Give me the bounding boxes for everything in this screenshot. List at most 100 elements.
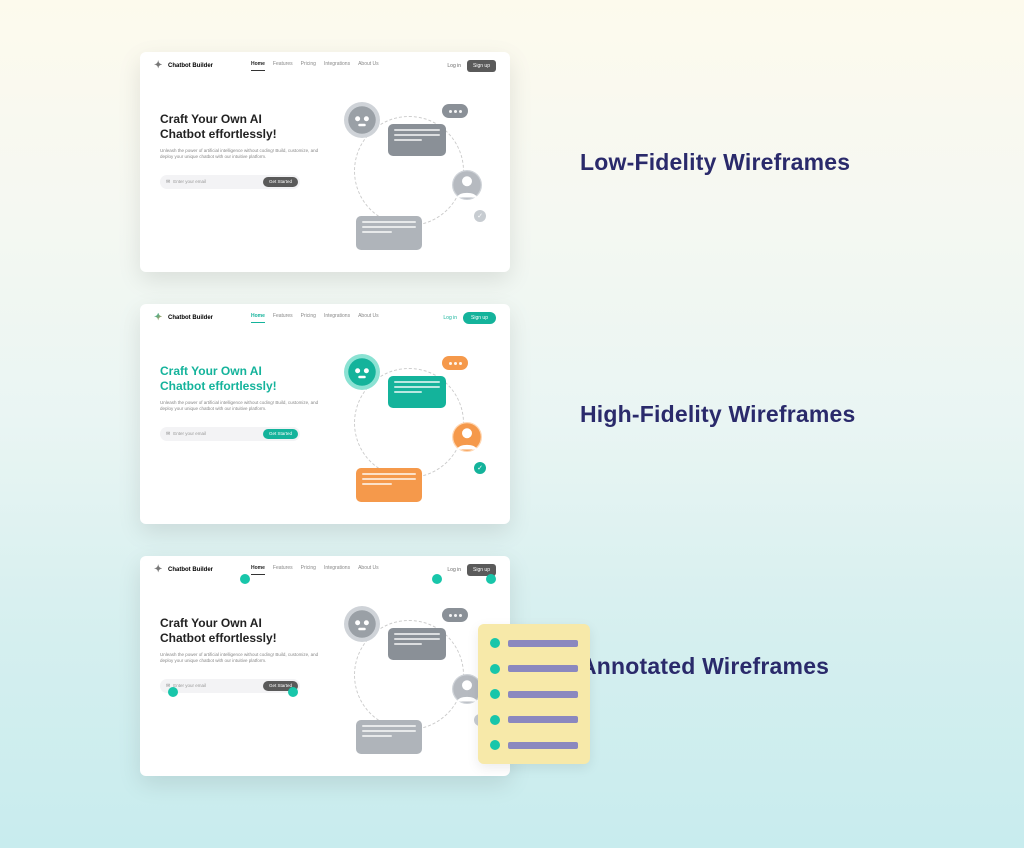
logo: Chatbot Builder — [154, 565, 213, 575]
chat-bubble — [388, 376, 446, 408]
hero-title: Craft Your Own AI Chatbot effortlessly! — [160, 112, 325, 142]
login-link[interactable]: Log in — [447, 63, 461, 69]
annotation-note-row — [490, 638, 578, 648]
nav-links: Home Features Pricing Integrations About… — [251, 313, 379, 323]
hero-title: Craft Your Own AI Chatbot effortlessly! — [160, 364, 325, 394]
illustration: ✓ — [326, 350, 496, 510]
row-annotated: Chatbot Builder Home Features Pricing In… — [0, 556, 1024, 776]
nav-about[interactable]: About Us — [358, 313, 379, 323]
brand-text: Chatbot Builder — [168, 567, 213, 573]
logo: Chatbot Builder — [154, 61, 213, 71]
chat-bubble — [388, 628, 446, 660]
chat-bubble — [356, 720, 422, 754]
label-hifi: High-Fidelity Wireframes — [580, 401, 856, 428]
nav-features[interactable]: Features — [273, 565, 293, 575]
email-field[interactable]: Enter your email — [173, 683, 263, 688]
nav-links: Home Features Pricing Integrations About… — [251, 565, 379, 575]
nav-pricing[interactable]: Pricing — [301, 565, 316, 575]
annotation-marker — [240, 574, 250, 584]
brand-text: Chatbot Builder — [168, 63, 213, 69]
illustration: ✓ — [326, 98, 496, 258]
get-started-button[interactable]: Get Started — [263, 429, 298, 439]
nav-home[interactable]: Home — [251, 565, 265, 575]
nav-about[interactable]: About Us — [358, 61, 379, 71]
nav-bar: Chatbot Builder Home Features Pricing In… — [140, 304, 510, 332]
email-field[interactable]: Enter your email — [173, 179, 263, 184]
user-avatar-icon — [452, 170, 482, 200]
nav-links: Home Features Pricing Integrations About… — [251, 61, 379, 71]
nav-home[interactable]: Home — [251, 313, 265, 323]
nav-pricing[interactable]: Pricing — [301, 61, 316, 71]
email-field[interactable]: Enter your email — [173, 431, 263, 436]
mockup-lofi: Chatbot Builder Home Features Pricing In… — [140, 52, 510, 272]
note-line — [508, 640, 578, 647]
row-hifi: Chatbot Builder Home Features Pricing In… — [0, 304, 1024, 524]
nav-integrations[interactable]: Integrations — [324, 61, 350, 71]
brand-text: Chatbot Builder — [168, 315, 213, 321]
login-link[interactable]: Log in — [447, 567, 461, 573]
nav-home[interactable]: Home — [251, 61, 265, 71]
get-started-button[interactable]: Get Started — [263, 177, 298, 187]
bullet-icon — [490, 664, 500, 674]
note-line — [508, 665, 578, 672]
hero-subtitle: Unleash the power of artificial intellig… — [160, 400, 325, 413]
mockup-annotated: Chatbot Builder Home Features Pricing In… — [140, 556, 510, 776]
illustration: ✓ — [326, 602, 496, 762]
bullet-icon — [490, 689, 500, 699]
mockup-hifi: Chatbot Builder Home Features Pricing In… — [140, 304, 510, 524]
nav-features[interactable]: Features — [273, 61, 293, 71]
logo: Chatbot Builder — [154, 313, 213, 323]
check-icon: ✓ — [474, 210, 486, 222]
nav-about[interactable]: About Us — [358, 565, 379, 575]
typing-dots-icon — [442, 608, 468, 622]
row-lofi: Chatbot Builder Home Features Pricing In… — [0, 52, 1024, 272]
chat-bubble — [388, 124, 446, 156]
sparkle-icon — [154, 313, 164, 323]
annotation-note-row — [490, 664, 578, 674]
bullet-icon — [490, 638, 500, 648]
note-line — [508, 691, 578, 698]
envelope-icon: ✉ — [166, 179, 170, 185]
nav-pricing[interactable]: Pricing — [301, 313, 316, 323]
sparkle-icon — [154, 61, 164, 71]
label-annotated: Annotated Wireframes — [580, 653, 829, 680]
chat-bubble — [356, 468, 422, 502]
email-capture: ✉ Enter your email Get Started — [160, 679, 300, 693]
label-lofi: Low-Fidelity Wireframes — [580, 149, 850, 176]
nav-bar: Chatbot Builder Home Features Pricing In… — [140, 52, 510, 80]
user-avatar-icon — [452, 422, 482, 452]
nav-bar: Chatbot Builder Home Features Pricing In… — [140, 556, 510, 584]
typing-dots-icon — [442, 356, 468, 370]
hero-title: Craft Your Own AI Chatbot effortlessly! — [160, 616, 325, 646]
hero: Craft Your Own AI Chatbot effortlessly! … — [160, 364, 325, 441]
annotation-note-row — [490, 689, 578, 699]
annotation-note-row — [490, 715, 578, 725]
annotation-marker — [432, 574, 442, 584]
nav-features[interactable]: Features — [273, 313, 293, 323]
typing-dots-icon — [442, 104, 468, 118]
email-capture: ✉ Enter your email Get Started — [160, 175, 300, 189]
robot-avatar-icon — [344, 354, 380, 390]
annotation-marker — [168, 687, 178, 697]
note-line — [508, 716, 578, 723]
robot-avatar-icon — [344, 606, 380, 642]
hero: Craft Your Own AI Chatbot effortlessly! … — [160, 616, 325, 693]
signup-button[interactable]: Sign up — [467, 60, 496, 72]
bullet-icon — [490, 715, 500, 725]
sparkle-icon — [154, 565, 164, 575]
hero-subtitle: Unleash the power of artificial intellig… — [160, 148, 325, 161]
annotation-note-row — [490, 740, 578, 750]
signup-button[interactable]: Sign up — [463, 312, 496, 324]
check-icon: ✓ — [474, 462, 486, 474]
email-capture: ✉ Enter your email Get Started — [160, 427, 300, 441]
annotation-marker — [288, 687, 298, 697]
nav-integrations[interactable]: Integrations — [324, 313, 350, 323]
note-line — [508, 742, 578, 749]
robot-avatar-icon — [344, 102, 380, 138]
annotation-note-card — [478, 624, 590, 764]
nav-integrations[interactable]: Integrations — [324, 565, 350, 575]
envelope-icon: ✉ — [166, 431, 170, 437]
hero: Craft Your Own AI Chatbot effortlessly! … — [160, 112, 325, 189]
login-link[interactable]: Log in — [443, 315, 457, 321]
chat-bubble — [356, 216, 422, 250]
